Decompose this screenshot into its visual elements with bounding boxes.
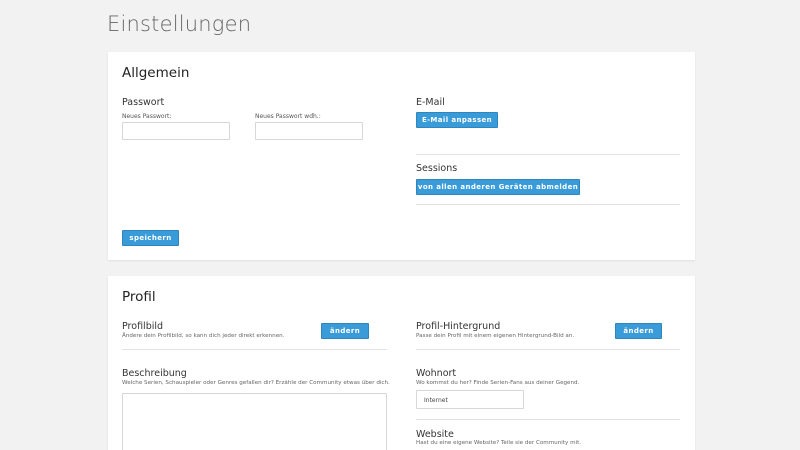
- location-divider: [416, 419, 680, 420]
- profile-background-divider: [416, 349, 680, 350]
- profile-picture-description: Ändere dein Profilbild, so kann dich jed…: [122, 333, 285, 339]
- repeat-password-label: Neues Passwort wdh.:: [255, 113, 321, 120]
- new-password-input[interactable]: [122, 122, 230, 140]
- email-divider: [416, 154, 680, 155]
- profile-picture-divider: [122, 349, 387, 350]
- sessions-heading: Sessions: [416, 163, 458, 174]
- website-description: Hast du eine eigene Website? Teile sie d…: [416, 440, 582, 446]
- general-card-title: Allgemein: [122, 65, 190, 81]
- general-settings-card: Allgemein Passwort Neues Passwort: Neues…: [108, 52, 695, 260]
- location-description: Wo kommst du her? Finde Serien-Fans aus …: [416, 380, 580, 386]
- profile-settings-card: Profil Profilbild Ändere dein Profilbild…: [108, 276, 695, 450]
- bio-heading: Beschreibung: [122, 368, 187, 379]
- sessions-divider: [416, 204, 680, 205]
- change-profile-background-button[interactable]: ändern: [615, 323, 662, 339]
- profile-picture-heading: Profilbild: [122, 321, 164, 332]
- profile-card-title: Profil: [122, 289, 156, 305]
- profile-background-heading: Profil-Hintergrund: [416, 321, 501, 332]
- profile-background-description: Passe dein Profil mit einem eigenen Hint…: [416, 333, 575, 339]
- logout-other-devices-button[interactable]: von allen anderen Geräten abmelden: [416, 179, 580, 195]
- location-heading: Wohnort: [416, 368, 457, 379]
- change-profile-picture-button[interactable]: ändern: [321, 323, 369, 339]
- password-heading: Passwort: [122, 97, 165, 108]
- location-input-value: Internet: [424, 397, 448, 404]
- location-input[interactable]: Internet: [416, 390, 524, 409]
- adjust-email-button[interactable]: E-Mail anpassen: [416, 112, 498, 128]
- email-heading: E-Mail: [416, 97, 445, 108]
- settings-page: Einstellungen Allgemein Passwort Neues P…: [0, 0, 800, 450]
- bio-textarea[interactable]: [122, 393, 387, 450]
- bio-description: Welche Serien, Schauspieler oder Genres …: [122, 380, 390, 386]
- repeat-password-input[interactable]: [255, 122, 363, 140]
- page-title: Einstellungen: [107, 12, 252, 36]
- new-password-label: Neues Passwort:: [122, 113, 172, 120]
- save-button[interactable]: speichern: [122, 230, 179, 246]
- website-heading: Website: [416, 429, 454, 440]
